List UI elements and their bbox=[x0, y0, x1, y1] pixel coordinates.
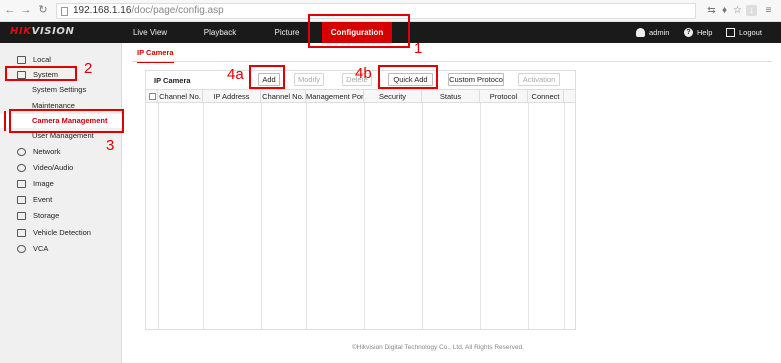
annotation-box-4b bbox=[378, 65, 438, 89]
bookmark-star-icon[interactable]: ☆ bbox=[732, 5, 743, 16]
tab-picture[interactable]: Picture bbox=[263, 22, 311, 43]
tab-divider bbox=[132, 61, 772, 62]
annotation-box-3 bbox=[9, 109, 124, 133]
video-audio-icon bbox=[17, 164, 26, 172]
column-divider bbox=[422, 103, 423, 329]
annotation-label-3: 3 bbox=[106, 137, 115, 154]
translate-icon[interactable]: ⇆ bbox=[706, 5, 717, 16]
modify-button[interactable]: Modify bbox=[294, 73, 324, 86]
sidebar-item-storage[interactable]: Storage bbox=[0, 209, 122, 223]
column-header-management-port[interactable]: Management Port bbox=[306, 90, 364, 103]
activation-button[interactable]: Activation bbox=[518, 73, 560, 86]
column-divider bbox=[261, 103, 262, 329]
reload-icon[interactable]: ↻ bbox=[37, 4, 49, 16]
help-link[interactable]: ? Help bbox=[684, 22, 712, 43]
forward-icon[interactable]: → bbox=[20, 4, 32, 16]
sidebar-item-image[interactable]: Image bbox=[0, 177, 122, 191]
select-all-checkbox[interactable] bbox=[149, 93, 156, 100]
page-icon bbox=[61, 7, 68, 16]
network-icon bbox=[17, 148, 26, 156]
menu-icon[interactable]: ≡ bbox=[763, 5, 774, 16]
annotation-label-1: 1 bbox=[414, 40, 423, 57]
logout-icon bbox=[726, 27, 735, 37]
annotation-box-2 bbox=[5, 66, 77, 81]
annotation-marker-3 bbox=[4, 111, 6, 131]
extension-icon[interactable]: ♦ bbox=[719, 5, 730, 16]
column-divider bbox=[480, 103, 481, 329]
sidebar-item-vca[interactable]: VCA bbox=[0, 242, 122, 256]
copyright-footer: ©Hikvision Digital Technology Co., Ltd. … bbox=[352, 344, 524, 351]
user-icon bbox=[636, 27, 645, 37]
column-header-status[interactable]: Status bbox=[422, 90, 480, 103]
event-icon bbox=[17, 196, 26, 204]
column-divider bbox=[564, 103, 565, 329]
column-divider bbox=[203, 103, 204, 329]
column-header-security[interactable]: Security bbox=[364, 90, 422, 103]
sidebar-item-local[interactable]: Local bbox=[0, 53, 122, 67]
sidebar-item-video-audio[interactable]: Video/Audio bbox=[0, 161, 122, 175]
annotation-label-4a: 4a bbox=[227, 66, 244, 83]
column-divider bbox=[158, 103, 159, 329]
back-icon[interactable]: ← bbox=[4, 4, 16, 16]
column-header-channel-no[interactable]: Channel No. bbox=[158, 90, 203, 103]
download-icon[interactable]: ↓ bbox=[746, 5, 757, 16]
column-divider bbox=[364, 103, 365, 329]
logout-link[interactable]: Logout bbox=[726, 22, 762, 43]
sidebar-item-network[interactable]: Network bbox=[0, 145, 122, 159]
annotation-box-1 bbox=[308, 14, 410, 48]
sidebar-item-system-settings[interactable]: System Settings bbox=[0, 83, 122, 97]
column-header-ip-address[interactable]: IP Address bbox=[203, 90, 261, 103]
vehicle-icon bbox=[17, 229, 26, 237]
help-icon: ? bbox=[684, 27, 693, 37]
monitor-icon bbox=[17, 56, 26, 64]
tab-playback[interactable]: Playback bbox=[196, 22, 244, 43]
annotation-label-2: 2 bbox=[84, 60, 93, 77]
hikvision-logo: HIKVISION bbox=[10, 26, 75, 37]
custom-protocol-button[interactable]: Custom Protoco bbox=[448, 73, 504, 86]
sidebar: Local System System Settings Maintenance… bbox=[0, 43, 122, 363]
table-header: Channel No. IP Address Channel No. Manag… bbox=[146, 89, 575, 103]
ip-camera-panel: IP Camera Add Modify Delete Quick Add Cu… bbox=[145, 70, 576, 330]
column-header-connect[interactable]: Connect bbox=[528, 90, 564, 103]
column-header-channel-no-2[interactable]: Channel No. bbox=[261, 90, 306, 103]
annotation-box-4a bbox=[249, 65, 285, 89]
select-all-cell bbox=[146, 90, 158, 103]
user-menu[interactable]: admin bbox=[636, 22, 669, 43]
column-divider bbox=[306, 103, 307, 329]
storage-icon bbox=[17, 212, 26, 220]
sidebar-item-event[interactable]: Event bbox=[0, 193, 122, 207]
url-path: /doc/page/config.asp bbox=[131, 5, 224, 16]
panel-title: IP Camera bbox=[154, 76, 191, 85]
main-content: IP Camera IP Camera Add Modify Delete Qu… bbox=[122, 43, 781, 363]
column-divider bbox=[528, 103, 529, 329]
sidebar-item-vehicle-detection[interactable]: Vehicle Detection bbox=[0, 226, 122, 240]
annotation-label-4b: 4b bbox=[355, 65, 372, 82]
image-icon bbox=[17, 180, 26, 188]
tab-live-view[interactable]: Live View bbox=[126, 22, 174, 43]
column-header-protocol[interactable]: Protocol bbox=[480, 90, 528, 103]
vca-icon bbox=[17, 245, 26, 253]
url-host: 192.168.1.16 bbox=[73, 5, 132, 16]
